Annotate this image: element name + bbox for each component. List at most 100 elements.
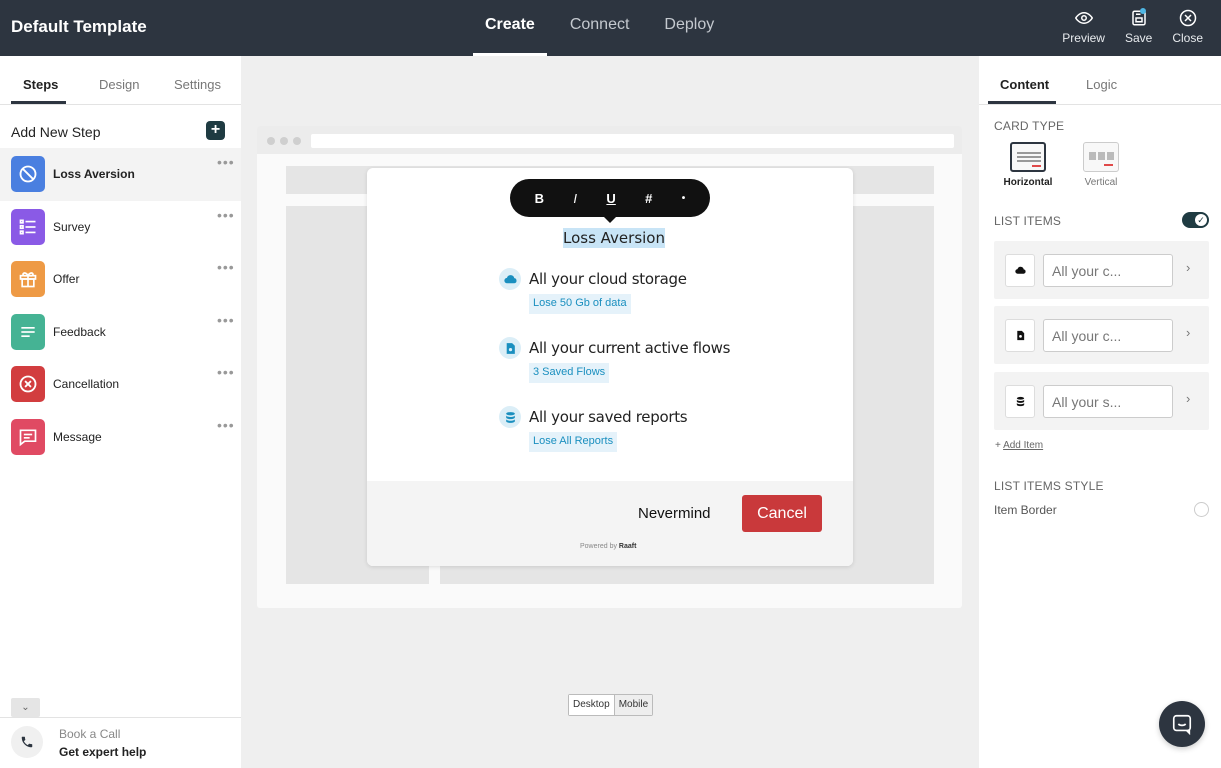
add-item-label: Add Item bbox=[1003, 440, 1044, 451]
step-survey[interactable]: Survey ••• bbox=[0, 201, 241, 254]
step-menu-icon[interactable]: ••• bbox=[217, 364, 235, 380]
list-item-editor: › bbox=[994, 306, 1209, 364]
item-title: All your current active flows bbox=[529, 339, 731, 357]
step-loss-aversion[interactable]: Loss Aversion ••• bbox=[0, 148, 241, 201]
list-item-editor: › bbox=[994, 372, 1209, 430]
chevron-down-icon[interactable]: ⌄ bbox=[11, 698, 40, 717]
list-icon bbox=[11, 208, 45, 245]
italic-button[interactable]: I bbox=[573, 191, 577, 206]
get-expert-help-link[interactable]: Get expert help bbox=[59, 745, 146, 759]
file-flow-icon[interactable] bbox=[1005, 319, 1035, 352]
card-type-horizontal[interactable]: Horizontal bbox=[1003, 142, 1053, 190]
step-cancellation[interactable]: Cancellation ••• bbox=[0, 358, 241, 411]
url-bar bbox=[311, 134, 954, 148]
top-nav: Create Connect Deploy bbox=[473, 0, 737, 56]
chat-icon bbox=[1172, 714, 1192, 735]
card-type-heading: CARD TYPE bbox=[994, 119, 1065, 133]
modal-title[interactable]: Loss Aversion bbox=[563, 228, 665, 248]
close-icon bbox=[1179, 9, 1196, 27]
tab-content[interactable]: Content bbox=[1000, 77, 1049, 92]
tab-create[interactable]: Create bbox=[473, 0, 547, 56]
right-panel: Content Logic CARD TYPE Horizontal Verti… bbox=[979, 56, 1221, 768]
top-bar: Default Template Create Connect Deploy P… bbox=[0, 0, 1221, 56]
card-type-label: Horizontal bbox=[1003, 177, 1053, 188]
browser-bar bbox=[257, 126, 962, 154]
chat-icon bbox=[11, 418, 45, 455]
tab-design[interactable]: Design bbox=[99, 77, 139, 92]
step-label: Loss Aversion bbox=[53, 167, 135, 181]
database-icon[interactable] bbox=[1005, 385, 1035, 418]
book-call[interactable]: Book a Call Get expert help bbox=[0, 717, 241, 768]
step-feedback[interactable]: Feedback ••• bbox=[0, 306, 241, 359]
active-tab-indicator bbox=[11, 101, 66, 104]
tab-connect[interactable]: Connect bbox=[558, 0, 642, 56]
vertical-layout-icon bbox=[1083, 142, 1119, 172]
left-tabs: Steps Design Settings bbox=[0, 56, 241, 105]
cancel-button[interactable]: Cancel bbox=[742, 495, 822, 532]
tab-settings[interactable]: Settings bbox=[174, 77, 221, 92]
list-item-input[interactable] bbox=[1043, 319, 1173, 352]
window-dot bbox=[293, 137, 301, 145]
tab-deploy[interactable]: Deploy bbox=[652, 0, 726, 56]
tab-steps[interactable]: Steps bbox=[23, 77, 58, 92]
list-items-toggle[interactable]: ✓ bbox=[1182, 212, 1209, 228]
top-actions: Preview Save Close bbox=[1042, 8, 1203, 45]
bold-button[interactable]: B bbox=[535, 191, 544, 206]
chevron-right-icon[interactable]: › bbox=[1186, 391, 1190, 406]
list-items-style-heading: LIST ITEMS STYLE bbox=[994, 479, 1104, 493]
nevermind-button[interactable]: Nevermind bbox=[638, 505, 711, 522]
cloud-icon[interactable] bbox=[1005, 254, 1035, 287]
step-message[interactable]: Message ••• bbox=[0, 411, 241, 464]
right-tabs: Content Logic bbox=[979, 56, 1221, 105]
brand-name: Raaft bbox=[618, 543, 637, 550]
add-item-link[interactable]: + Add Item bbox=[995, 440, 1043, 451]
plus-icon: + bbox=[995, 440, 1004, 451]
close-label: Close bbox=[1172, 31, 1203, 45]
list-item-input[interactable] bbox=[1043, 254, 1173, 287]
close-button[interactable]: Close bbox=[1172, 9, 1203, 45]
cancel-circle-icon bbox=[11, 366, 45, 402]
save-button[interactable]: Save bbox=[1124, 8, 1153, 45]
step-offer[interactable]: Offer ••• bbox=[0, 253, 241, 306]
preview-button[interactable]: Preview bbox=[1062, 9, 1105, 45]
format-toolbar: B I U # • bbox=[510, 179, 710, 223]
save-label: Save bbox=[1124, 31, 1153, 45]
hash-button[interactable]: # bbox=[645, 191, 652, 206]
step-menu-icon[interactable]: ••• bbox=[217, 259, 235, 275]
cancel-flow-modal: B I U # • Loss Aversion All your cloud s… bbox=[367, 168, 853, 566]
item-subtitle: Lose 50 Gb of data bbox=[529, 294, 631, 314]
chevron-right-icon[interactable]: › bbox=[1186, 325, 1190, 340]
powered-by-text: Powered by bbox=[580, 543, 617, 550]
chevron-right-icon[interactable]: › bbox=[1186, 260, 1190, 275]
item-subtitle: 3 Saved Flows bbox=[529, 363, 610, 383]
item-subtitle: Lose All Reports bbox=[529, 432, 618, 452]
chat-support-button[interactable] bbox=[1159, 701, 1205, 747]
step-menu-icon[interactable]: ••• bbox=[217, 312, 235, 328]
toolbar-pointer bbox=[603, 216, 617, 223]
mobile-button[interactable]: Mobile bbox=[614, 695, 653, 715]
list-item-input[interactable] bbox=[1043, 385, 1173, 418]
desktop-button[interactable]: Desktop bbox=[569, 695, 615, 715]
step-label: Message bbox=[53, 429, 102, 444]
app-title: Default Template bbox=[11, 17, 147, 36]
preview-label: Preview bbox=[1062, 31, 1105, 45]
step-menu-icon[interactable]: ••• bbox=[217, 417, 235, 433]
bullet-button[interactable]: • bbox=[682, 193, 686, 204]
add-step-button[interactable]: + bbox=[206, 121, 225, 140]
window-dot bbox=[280, 137, 288, 145]
powered-by: Powered by Raaft bbox=[580, 543, 636, 550]
step-menu-icon[interactable]: ••• bbox=[217, 154, 235, 170]
add-new-step-label: Add New Step bbox=[11, 124, 101, 140]
item-border-radio[interactable] bbox=[1194, 502, 1209, 517]
item-title: All your saved reports bbox=[529, 408, 688, 426]
horizontal-layout-icon bbox=[1010, 142, 1046, 172]
underline-button[interactable]: U bbox=[606, 191, 615, 206]
card-type-label: Vertical bbox=[1084, 177, 1118, 188]
check-icon: ✓ bbox=[1195, 214, 1207, 226]
cloud-icon bbox=[499, 268, 521, 290]
book-call-label: Book a Call bbox=[59, 727, 121, 741]
database-icon bbox=[499, 406, 521, 428]
card-type-vertical[interactable]: Vertical bbox=[1076, 142, 1126, 190]
tab-logic[interactable]: Logic bbox=[1086, 77, 1117, 92]
step-menu-icon[interactable]: ••• bbox=[217, 207, 235, 223]
